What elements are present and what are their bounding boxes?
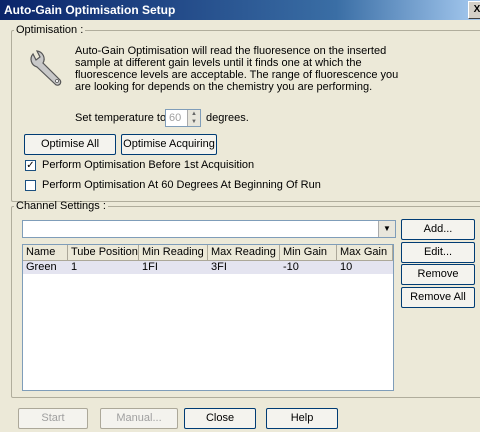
cell-max-reading: 3FI <box>211 261 227 273</box>
cell-min-gain: -10 <box>283 261 299 273</box>
checkbox-at-60-degrees-label: Perform Optimisation At 60 Degrees At Be… <box>42 179 321 191</box>
cell-tube-position: 1 <box>71 261 78 273</box>
channel-list[interactable]: Name Tube Position Min Reading Max Readi… <box>22 244 394 391</box>
temperature-value: 60 <box>169 112 182 124</box>
column-header-min-reading[interactable]: Min Reading <box>139 245 208 261</box>
column-header-max-gain[interactable]: Max Gain <box>337 245 393 261</box>
manual-button[interactable]: Manual... <box>100 408 178 429</box>
remove-all-button[interactable]: Remove All <box>401 287 475 308</box>
help-button[interactable]: Help <box>266 408 338 429</box>
edit-button[interactable]: Edit... <box>401 242 475 263</box>
close-button[interactable]: Close <box>184 408 256 429</box>
cell-max-gain: 10 <box>340 261 353 273</box>
optimisation-legend: Optimisation : <box>16 24 84 36</box>
wrench-icon <box>30 50 62 86</box>
start-button[interactable]: Start <box>18 408 88 429</box>
window-title: Auto-Gain Optimisation Setup <box>4 3 176 17</box>
optimise-acquiring-button[interactable]: Optimise Acquiring <box>121 134 217 155</box>
channel-settings-legend: Channel Settings : <box>16 200 106 212</box>
add-button[interactable]: Add... <box>401 219 475 240</box>
chevron-down-icon[interactable]: ▼ <box>378 221 395 237</box>
temperature-suffix: degrees. <box>206 112 249 124</box>
checkbox-before-acquisition-label: Perform Optimisation Before 1st Acquisit… <box>42 159 255 171</box>
optimise-all-button[interactable]: Optimise All <box>24 134 116 155</box>
remove-button[interactable]: Remove <box>401 264 475 285</box>
column-header-tube-position[interactable]: Tube Position <box>68 245 139 261</box>
temperature-prefix: Set temperature to <box>75 112 167 124</box>
column-header-name[interactable]: Name <box>23 245 68 261</box>
optimisation-description: Auto-Gain Optimisation will read the flu… <box>75 45 399 93</box>
column-header-max-reading[interactable]: Max Reading <box>208 245 280 261</box>
channel-combo[interactable]: ▼ <box>22 220 396 238</box>
temperature-spinner[interactable]: 60 ▲ ▼ <box>165 109 201 127</box>
column-header-min-gain[interactable]: Min Gain <box>280 245 337 261</box>
cell-name: Green <box>26 261 57 273</box>
checkbox-before-acquisition[interactable]: ✓ <box>25 160 36 171</box>
title-bar: Auto-Gain Optimisation Setup X <box>0 0 480 20</box>
cell-min-reading: 1FI <box>142 261 158 273</box>
close-window-button[interactable]: X <box>468 1 480 19</box>
spinner-arrows-icon[interactable]: ▲ ▼ <box>187 110 200 126</box>
table-row[interactable]: Green 1 1FI 3FI -10 10 <box>23 261 393 274</box>
checkbox-at-60-degrees[interactable] <box>25 180 36 191</box>
